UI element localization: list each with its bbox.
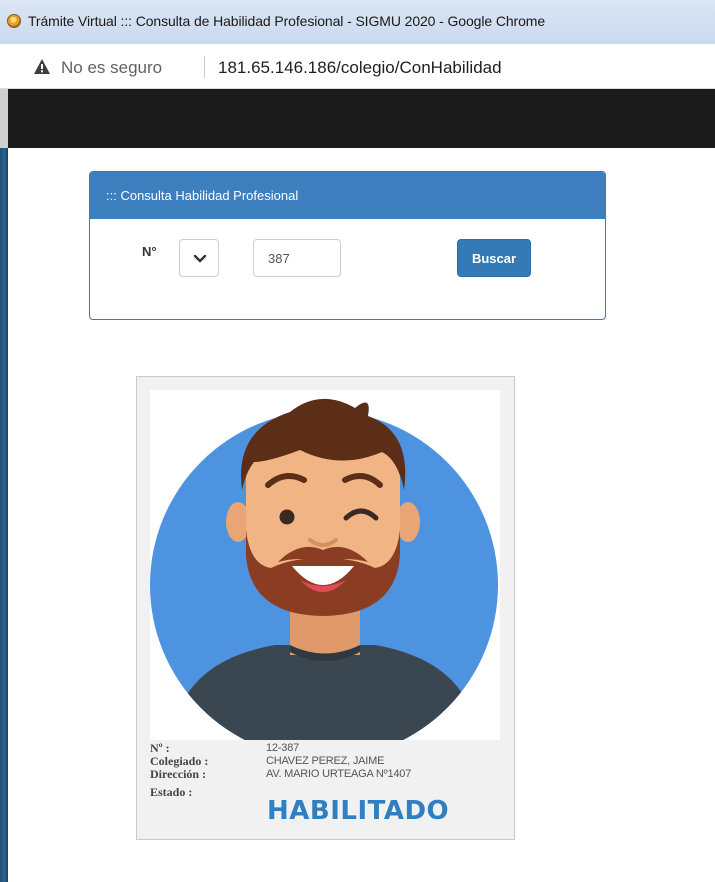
window-left-border bbox=[0, 148, 8, 882]
chrome-app-icon bbox=[7, 14, 21, 28]
security-status-label[interactable]: No es seguro bbox=[61, 58, 162, 78]
warning-icon[interactable] bbox=[33, 58, 51, 75]
result-card: Nº : 12-387 Colegiado : CHAVEZ PEREZ, JA… bbox=[136, 376, 515, 840]
address-divider bbox=[204, 56, 205, 78]
window-title: Trámite Virtual ::: Consulta de Habilida… bbox=[28, 13, 546, 29]
avatar-illustration bbox=[150, 398, 498, 759]
member-name: CHAVEZ PEREZ, JAIME bbox=[266, 755, 385, 767]
window-titlebar: Trámite Virtual ::: Consulta de Habilida… bbox=[0, 0, 715, 45]
field-label: Dirección : bbox=[150, 767, 207, 781]
status-badge: HABILITADO bbox=[267, 796, 450, 826]
panel-heading: ::: Consulta Habilidad Profesional bbox=[90, 172, 605, 219]
number-label: N° bbox=[142, 244, 157, 259]
field-label: Estado : bbox=[150, 785, 193, 799]
member-address: AV. MARIO URTEAGA Nº1407 bbox=[266, 768, 412, 780]
member-photo bbox=[150, 390, 500, 759]
number-input[interactable] bbox=[253, 239, 341, 277]
window-left-edge bbox=[0, 89, 8, 148]
prefix-select[interactable] bbox=[179, 239, 219, 277]
search-button[interactable]: Buscar bbox=[457, 239, 531, 277]
search-panel: ::: Consulta Habilidad Profesional N° Bu… bbox=[89, 171, 606, 320]
chevron-down-icon bbox=[193, 254, 207, 263]
url-text[interactable]: 181.65.146.186/colegio/ConHabilidad bbox=[218, 58, 502, 78]
member-number: 12-387 bbox=[266, 742, 300, 754]
site-navbar bbox=[0, 89, 715, 148]
